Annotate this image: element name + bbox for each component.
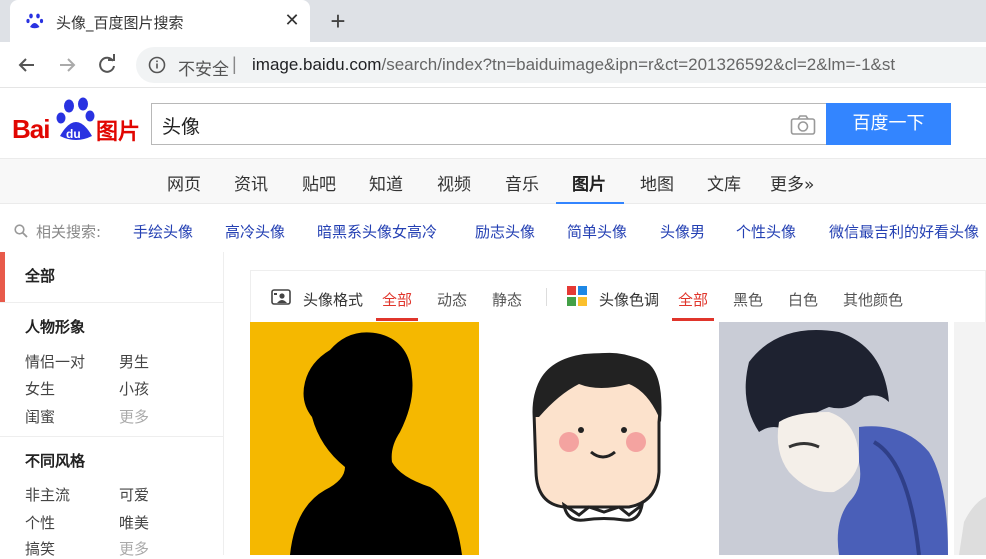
url-text: image.baidu.com/search/index?tn=baiduima… <box>252 55 895 75</box>
filter-bar: 头像格式 全部 动态 静态 头像色调 全部 黑色 白色 其他颜色 <box>250 270 986 322</box>
color-active-underline <box>672 318 714 321</box>
nav-tab-zhidao[interactable]: 知道 <box>369 170 403 195</box>
image-result[interactable] <box>250 322 479 555</box>
related-link[interactable]: 个性头像 <box>736 221 796 242</box>
sidebar-more-link[interactable]: 更多 <box>119 538 149 559</box>
nav-tab-images[interactable]: 图片 <box>572 170 606 195</box>
sidebar-link[interactable]: 搞笑 <box>25 538 55 559</box>
related-link[interactable]: 微信最吉利的好看头像 <box>829 221 979 242</box>
sidebar-link[interactable]: 女生 <box>25 378 55 399</box>
nav-tab-map[interactable]: 地图 <box>640 170 674 195</box>
sidebar-link[interactable]: 非主流 <box>25 484 70 505</box>
image-grid <box>250 322 986 555</box>
baidu-paw-icon <box>26 13 44 29</box>
sidebar-section-title: 人物形象 <box>25 318 86 336</box>
active-indicator <box>0 252 5 302</box>
browser-toolbar: 不安全 | image.baidu.com/search/index?tn=ba… <box>0 42 986 88</box>
format-active-underline <box>376 318 418 321</box>
search-icon <box>14 224 28 238</box>
nav-tab-tieba[interactable]: 贴吧 <box>302 170 336 195</box>
related-link[interactable]: 简单头像 <box>567 221 627 242</box>
search-input[interactable]: 头像 <box>162 112 200 139</box>
camera-icon[interactable] <box>790 114 816 136</box>
address-bar[interactable]: 不安全 | image.baidu.com/search/index?tn=ba… <box>136 47 986 83</box>
format-option-static[interactable]: 静态 <box>492 289 522 310</box>
divider <box>546 288 547 306</box>
sidebar-link[interactable]: 唯美 <box>119 512 149 533</box>
related-searches: 相关搜索: 手绘头像 高冷头像 暗黑系头像女高冷 励志头像 简单头像 头像男 个… <box>0 204 986 254</box>
close-tab-icon[interactable]: ✕ <box>282 10 302 30</box>
nav-tab-more[interactable]: 更多» <box>770 170 814 195</box>
divider <box>0 302 224 303</box>
nav-tab-video[interactable]: 视频 <box>437 170 471 195</box>
baidu-logo[interactable]: Bai du 图片 <box>12 96 142 145</box>
sidebar-section-title: 不同风格 <box>25 452 86 470</box>
nav-tab-wenku[interactable]: 文库 <box>707 170 741 195</box>
logo-text: Bai <box>12 114 50 144</box>
reload-icon[interactable] <box>94 52 120 78</box>
results-area: 头像格式 全部 动态 静态 头像色调 全部 黑色 白色 其他颜色 <box>250 270 986 555</box>
nav-tab-music[interactable]: 音乐 <box>505 170 539 195</box>
image-result[interactable] <box>719 322 948 555</box>
related-link[interactable]: 头像男 <box>660 221 705 242</box>
url-host: image.baidu.com <box>252 55 382 74</box>
related-link[interactable]: 励志头像 <box>475 221 535 242</box>
search-button[interactable]: 百度一下 <box>826 103 951 145</box>
format-option-animated[interactable]: 动态 <box>437 289 467 310</box>
nav-tab-web[interactable]: 网页 <box>167 170 201 195</box>
sidebar-link[interactable]: 男生 <box>119 351 149 372</box>
format-option-all[interactable]: 全部 <box>382 289 412 310</box>
format-label: 头像格式 <box>303 291 364 309</box>
tab-title: 头像_百度图片搜索 <box>56 14 184 32</box>
sidebar-more-link[interactable]: 更多 <box>119 406 149 427</box>
image-result[interactable] <box>479 322 719 555</box>
insecure-label: 不安全 <box>178 60 229 80</box>
logo-cn-text: 图片 <box>96 120 141 145</box>
sidebar-item-all[interactable]: 全部 <box>25 265 55 286</box>
browser-tab[interactable]: 头像_百度图片搜索 ✕ <box>10 0 310 42</box>
forward-arrow-icon[interactable] <box>54 52 80 78</box>
filter-sidebar: 全部 人物形象 情侣一对 男生 女生 小孩 闺蜜 更多 不同风格 非主流 可爱 … <box>0 252 224 558</box>
color-option-all[interactable]: 全部 <box>678 289 708 310</box>
color-option-other[interactable]: 其他颜色 <box>843 289 903 310</box>
sidebar-link[interactable]: 可爱 <box>119 484 149 505</box>
url-path: /search/index?tn=baiduimage&ipn=r&ct=201… <box>381 55 896 74</box>
color-palette-icon <box>567 286 587 306</box>
color-option-black[interactable]: 黑色 <box>733 289 763 310</box>
related-link[interactable]: 高冷头像 <box>225 221 285 242</box>
url-separator: | <box>232 54 237 74</box>
divider <box>0 436 224 437</box>
nav-tab-news[interactable]: 资讯 <box>234 170 268 195</box>
related-link[interactable]: 手绘头像 <box>133 221 193 242</box>
color-label: 头像色调 <box>599 291 660 309</box>
search-box[interactable]: 头像 <box>151 103 827 145</box>
sidebar-link[interactable]: 小孩 <box>119 378 149 399</box>
new-tab-icon[interactable]: + <box>326 8 350 34</box>
format-icon <box>271 289 291 305</box>
related-link[interactable]: 暗黑系头像女高冷 <box>317 221 437 242</box>
logo-du: du <box>66 127 81 141</box>
image-result[interactable] <box>954 322 986 555</box>
color-option-white[interactable]: 白色 <box>788 289 818 310</box>
sidebar-link[interactable]: 情侣一对 <box>25 351 85 372</box>
info-icon[interactable] <box>148 56 166 74</box>
sidebar-link[interactable]: 闺蜜 <box>25 406 55 427</box>
sidebar-link[interactable]: 个性 <box>25 512 55 533</box>
category-nav: 网页 资讯 贴吧 知道 视频 音乐 图片 地图 文库 更多» <box>0 158 986 205</box>
back-arrow-icon[interactable] <box>14 52 40 78</box>
browser-tab-bar: 头像_百度图片搜索 ✕ + <box>0 0 986 42</box>
related-label: 相关搜索: <box>36 223 102 241</box>
